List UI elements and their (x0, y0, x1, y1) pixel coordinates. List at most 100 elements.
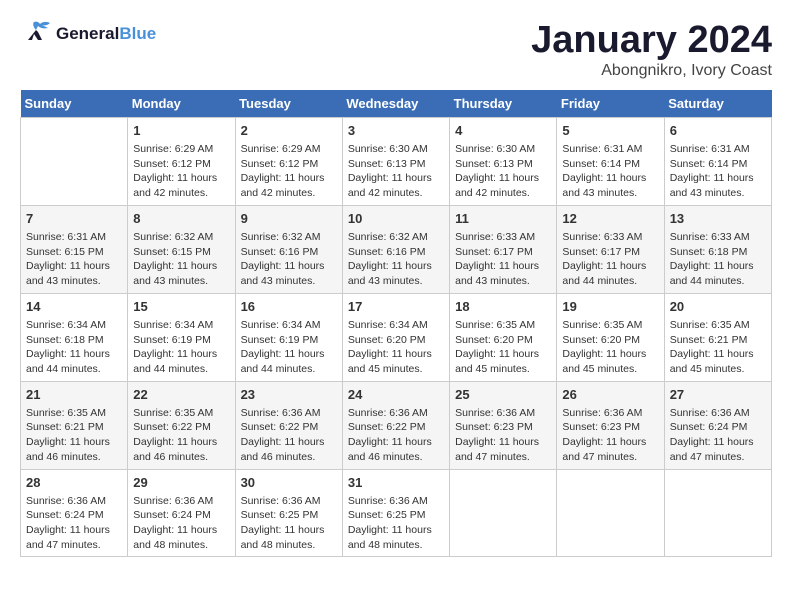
calendar-cell: 19 Sunrise: 6:35 AM Sunset: 6:20 PM Dayli… (557, 293, 664, 381)
day-number: 14 (26, 298, 122, 316)
day-info: Sunrise: 6:34 AM Sunset: 6:19 PM Dayligh… (241, 318, 337, 377)
calendar-cell: 28Sunrise: 6:36 AM Sunset: 6:24 PM Dayli… (21, 469, 128, 557)
calendar-cell: 7 Sunrise: 6:31 AM Sunset: 6:15 PM Daylig… (21, 205, 128, 293)
calendar-cell: 9 Sunrise: 6:32 AM Sunset: 6:16 PM Daylig… (235, 205, 342, 293)
calendar-cell: 16 Sunrise: 6:34 AM Sunset: 6:19 PM Dayli… (235, 293, 342, 381)
day-info: Sunrise: 6:30 AM Sunset: 6:13 PM Dayligh… (455, 142, 551, 201)
calendar-week-4: 21 Sunrise: 6:35 AM Sunset: 6:21 PM Dayli… (21, 381, 772, 469)
calendar-cell: 22 Sunrise: 6:35 AM Sunset: 6:22 PM Dayli… (128, 381, 235, 469)
calendar-week-5: 28 Sunrise: 6:36 AM Sunset: 6:24 PM Dayli… (21, 469, 772, 557)
day-info: Sunrise: 6:33 AM Sunset: 6:17 PM Dayligh… (455, 230, 551, 289)
day-info: Sunrise: 6:32 AM Sunset: 6:16 PM Dayligh… (241, 230, 337, 289)
month-title: January 2024 (531, 20, 772, 62)
day-info: Sunrise: 6:36 AM Sunset: 6:24 PM Dayligh… (670, 406, 766, 465)
day-info: Sunrise: 6:32 AM Sunset: 6:15 PM Dayligh… (133, 230, 229, 289)
calendar-cell: 20 Sunrise: 6:35 AM Sunset: 6:21 PM Dayli… (664, 293, 771, 381)
calendar-cell: 14 Sunrise: 6:34 AM Sunset: 6:18 PM Dayli… (21, 293, 128, 381)
day-number: 23 (241, 386, 337, 404)
calendar-cell: 29 Sunrise: 6:36 AM Sunset: 6:24 PM Dayli… (128, 469, 235, 557)
day-info: Sunrise: 6:34 AM Sunset: 6:19 PM Dayligh… (133, 318, 229, 377)
calendar-cell: 8Sunrise: 6:32 AM Sunset: 6:15 PM Daylig… (128, 205, 235, 293)
day-number: 28 (26, 474, 122, 492)
day-number: 5 (562, 122, 658, 140)
page-header: GeneralBlue January 2024 Abongnikro, Ivo… (20, 20, 772, 80)
day-info: Sunrise: 6:33 AM Sunset: 6:18 PM Dayligh… (670, 230, 766, 289)
day-info: Sunrise: 6:29 AM Sunset: 6:12 PM Dayligh… (133, 142, 229, 201)
day-info: Sunrise: 6:36 AM Sunset: 6:23 PM Dayligh… (455, 406, 551, 465)
day-number: 7 (26, 210, 122, 228)
day-number: 11 (455, 210, 551, 228)
day-number: 25 (455, 386, 551, 404)
logo: GeneralBlue (20, 20, 156, 48)
day-number: 26 (562, 386, 658, 404)
day-number: 9 (241, 210, 337, 228)
day-number: 21 (26, 386, 122, 404)
logo-icon (20, 20, 52, 48)
day-number: 27 (670, 386, 766, 404)
calendar-cell: 31Sunrise: 6:36 AM Sunset: 6:25 PM Dayli… (342, 469, 449, 557)
day-header-monday: Monday (128, 90, 235, 118)
day-info: Sunrise: 6:35 AM Sunset: 6:20 PM Dayligh… (562, 318, 658, 377)
calendar-cell: 17 Sunrise: 6:34 AM Sunset: 6:20 PM Dayli… (342, 293, 449, 381)
day-info: Sunrise: 6:35 AM Sunset: 6:21 PM Dayligh… (670, 318, 766, 377)
calendar-cell: 23Sunrise: 6:36 AM Sunset: 6:22 PM Dayli… (235, 381, 342, 469)
day-number: 24 (348, 386, 444, 404)
day-info: Sunrise: 6:36 AM Sunset: 6:23 PM Dayligh… (562, 406, 658, 465)
day-number: 29 (133, 474, 229, 492)
calendar-cell: 25 Sunrise: 6:36 AM Sunset: 6:23 PM Dayli… (450, 381, 557, 469)
calendar-table: SundayMondayTuesdayWednesdayThursdayFrid… (20, 90, 772, 558)
calendar-cell: 11 Sunrise: 6:33 AM Sunset: 6:17 PM Dayli… (450, 205, 557, 293)
day-number: 16 (241, 298, 337, 316)
calendar-cell (664, 469, 771, 557)
day-header-saturday: Saturday (664, 90, 771, 118)
logo-text: GeneralBlue (56, 24, 156, 44)
calendar-cell: 6Sunrise: 6:31 AM Sunset: 6:14 PM Daylig… (664, 117, 771, 205)
day-header-friday: Friday (557, 90, 664, 118)
calendar-cell: 24 Sunrise: 6:36 AM Sunset: 6:22 PM Dayli… (342, 381, 449, 469)
day-info: Sunrise: 6:36 AM Sunset: 6:25 PM Dayligh… (348, 494, 444, 553)
day-number: 19 (562, 298, 658, 316)
day-number: 20 (670, 298, 766, 316)
day-info: Sunrise: 6:29 AM Sunset: 6:12 PM Dayligh… (241, 142, 337, 201)
day-info: Sunrise: 6:36 AM Sunset: 6:22 PM Dayligh… (348, 406, 444, 465)
calendar-cell: 26 Sunrise: 6:36 AM Sunset: 6:23 PM Dayli… (557, 381, 664, 469)
calendar-cell (557, 469, 664, 557)
calendar-cell: 3Sunrise: 6:30 AM Sunset: 6:13 PM Daylig… (342, 117, 449, 205)
day-number: 13 (670, 210, 766, 228)
day-number: 2 (241, 122, 337, 140)
day-info: Sunrise: 6:35 AM Sunset: 6:22 PM Dayligh… (133, 406, 229, 465)
calendar-cell: 2 Sunrise: 6:29 AM Sunset: 6:12 PM Daylig… (235, 117, 342, 205)
calendar-cell (450, 469, 557, 557)
location-subtitle: Abongnikro, Ivory Coast (531, 62, 772, 80)
day-number: 30 (241, 474, 337, 492)
calendar-cell (21, 117, 128, 205)
calendar-cell: 15 Sunrise: 6:34 AM Sunset: 6:19 PM Dayli… (128, 293, 235, 381)
calendar-cell: 13 Sunrise: 6:33 AM Sunset: 6:18 PM Dayli… (664, 205, 771, 293)
day-number: 10 (348, 210, 444, 228)
day-info: Sunrise: 6:31 AM Sunset: 6:15 PM Dayligh… (26, 230, 122, 289)
calendar-cell: 10 Sunrise: 6:32 AM Sunset: 6:16 PM Dayli… (342, 205, 449, 293)
day-number: 1 (133, 122, 229, 140)
day-header-tuesday: Tuesday (235, 90, 342, 118)
calendar-cell: 27 Sunrise: 6:36 AM Sunset: 6:24 PM Dayli… (664, 381, 771, 469)
day-number: 4 (455, 122, 551, 140)
day-number: 18 (455, 298, 551, 316)
calendar-cell: 12Sunrise: 6:33 AM Sunset: 6:17 PM Dayli… (557, 205, 664, 293)
day-info: Sunrise: 6:32 AM Sunset: 6:16 PM Dayligh… (348, 230, 444, 289)
calendar-week-1: 1 Sunrise: 6:29 AM Sunset: 6:12 PM Daylig… (21, 117, 772, 205)
day-info: Sunrise: 6:34 AM Sunset: 6:20 PM Dayligh… (348, 318, 444, 377)
title-block: January 2024 Abongnikro, Ivory Coast (531, 20, 772, 80)
day-number: 15 (133, 298, 229, 316)
day-header-sunday: Sunday (21, 90, 128, 118)
day-info: Sunrise: 6:31 AM Sunset: 6:14 PM Dayligh… (562, 142, 658, 201)
day-number: 17 (348, 298, 444, 316)
calendar-cell: 30Sunrise: 6:36 AM Sunset: 6:25 PM Dayli… (235, 469, 342, 557)
calendar-header-row: SundayMondayTuesdayWednesdayThursdayFrid… (21, 90, 772, 118)
day-info: Sunrise: 6:35 AM Sunset: 6:21 PM Dayligh… (26, 406, 122, 465)
day-number: 22 (133, 386, 229, 404)
day-info: Sunrise: 6:34 AM Sunset: 6:18 PM Dayligh… (26, 318, 122, 377)
calendar-cell: 4 Sunrise: 6:30 AM Sunset: 6:13 PM Daylig… (450, 117, 557, 205)
day-info: Sunrise: 6:36 AM Sunset: 6:24 PM Dayligh… (133, 494, 229, 553)
calendar-week-3: 14 Sunrise: 6:34 AM Sunset: 6:18 PM Dayli… (21, 293, 772, 381)
day-info: Sunrise: 6:30 AM Sunset: 6:13 PM Dayligh… (348, 142, 444, 201)
